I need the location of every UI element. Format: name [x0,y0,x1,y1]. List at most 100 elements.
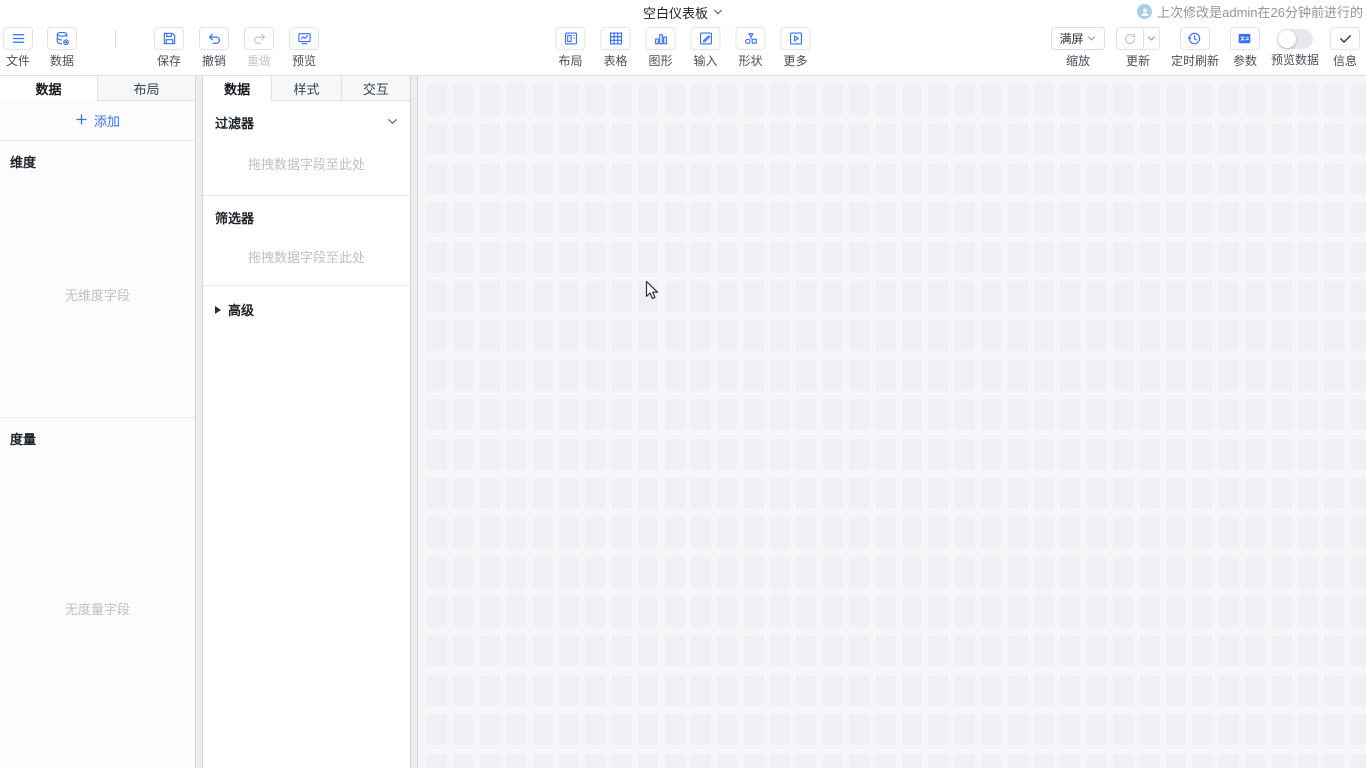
preview-data-toggle[interactable] [1277,29,1313,49]
grid-cell [638,360,658,391]
grid-cell [533,84,553,115]
grid-cell [876,675,896,706]
table-button[interactable]: 表格 [601,27,631,68]
grid-cell [1166,557,1186,588]
grid-cell [1034,123,1054,154]
grid-cell [1166,281,1186,312]
grid-cell [770,84,790,115]
grid-cell [1298,84,1318,115]
dashboard-canvas[interactable] [418,76,1366,768]
splitter-left[interactable] [195,76,203,768]
redo-button[interactable]: 重做 [244,27,274,68]
grid-cell [1008,281,1028,312]
grid-cell [1351,714,1366,745]
grid-cell [1324,281,1344,312]
last-modified-text: 上次修改是admin在26分钟前进行的 [1157,2,1363,21]
grid-cell [1219,202,1239,233]
grid-cell [1034,84,1054,115]
grid-cell [1060,242,1080,273]
grid-cell [691,281,711,312]
refresh-options-chevron[interactable] [1144,27,1160,50]
tab-data[interactable]: 数据 [0,76,98,101]
selector-dropzone[interactable]: 拖拽数据字段至此处 [203,227,410,285]
chevron-down-icon[interactable] [387,115,398,130]
grid-cell [585,320,605,351]
check-icon [1330,27,1360,50]
measure-title: 度量 [0,418,195,448]
grid-cell [1298,557,1318,588]
zoom-mode-select[interactable]: 满屏 [1051,27,1105,50]
grid-cell [453,675,473,706]
grid-cell [902,478,922,509]
grid-cell [638,517,658,548]
grid-cell [1192,281,1212,312]
grid-cell [981,399,1001,430]
save-button[interactable]: 保存 [154,27,184,68]
grid-cell [770,163,790,194]
grid-cell [1008,596,1028,627]
grid-cell [876,123,896,154]
grid-cell [849,596,869,627]
grid-cell [1298,123,1318,154]
tab-panel-interaction[interactable]: 交互 [342,76,410,101]
grid-cell [1140,242,1160,273]
grid-cell [717,84,737,115]
preview-button[interactable]: 预览 [289,27,319,68]
grid-cell [823,399,843,430]
dimension-section: 维度 无维度字段 [0,141,195,418]
chart-button[interactable]: 图形 [646,27,676,68]
grid-cell [876,242,896,273]
grid-cell [981,320,1001,351]
grid-cell [1351,360,1366,391]
tab-layout[interactable]: 布局 [98,76,195,101]
grid-cell [1140,714,1160,745]
data-button[interactable]: 数据 [47,27,77,68]
grid-cell [770,439,790,470]
info-button[interactable]: 信息 [1330,27,1360,68]
splitter-right[interactable] [410,76,418,768]
grid-cell [1324,123,1344,154]
shape-button[interactable]: 形状 [736,27,766,68]
grid-cell [823,281,843,312]
grid-cell [1087,320,1107,351]
grid-cell [665,557,685,588]
tab-panel-data[interactable]: 数据 [203,76,272,101]
undo-button[interactable]: 撤销 [199,27,229,68]
grid-cell [691,675,711,706]
grid-cell [1140,163,1160,194]
filter-dropzone[interactable]: 拖拽数据字段至此处 [203,132,410,195]
grid-cell [902,439,922,470]
input-button[interactable]: 输入 [691,27,721,68]
grid-cell [902,281,922,312]
more-button[interactable]: 更多 [781,27,811,68]
grid-cell [1272,517,1292,548]
grid-cell [1166,84,1186,115]
tab-panel-style[interactable]: 样式 [272,76,341,101]
grid-cell [1087,714,1107,745]
grid-cell [1166,202,1186,233]
grid-cell [1034,399,1054,430]
grid-cell [1113,360,1133,391]
grid-cell [1034,360,1054,391]
grid-cell [876,320,896,351]
grid-cell [1008,399,1028,430]
add-dataset-button[interactable]: 添加 [0,101,195,141]
dashboard-title-dropdown[interactable]: 空白仪表板 [643,3,723,22]
grid-cell [533,714,553,745]
layout-button[interactable]: 布局 [556,27,586,68]
bar-chart-icon [646,27,676,50]
grid-cell [823,242,843,273]
grid-cell [1219,399,1239,430]
grid-cell [665,478,685,509]
grid-cell [902,360,922,391]
grid-cell [717,281,737,312]
advanced-expander[interactable]: 高级 [203,286,410,333]
timed-refresh-button[interactable]: 定时刷新 [1171,27,1219,68]
grid-cell [559,754,579,768]
grid-cell [744,675,764,706]
file-button[interactable]: 文件 [3,27,33,68]
grid-cell [665,517,685,548]
grid-cell [665,84,685,115]
params-button[interactable]: 参数 [1230,27,1260,68]
refresh-icon[interactable] [1116,27,1144,50]
